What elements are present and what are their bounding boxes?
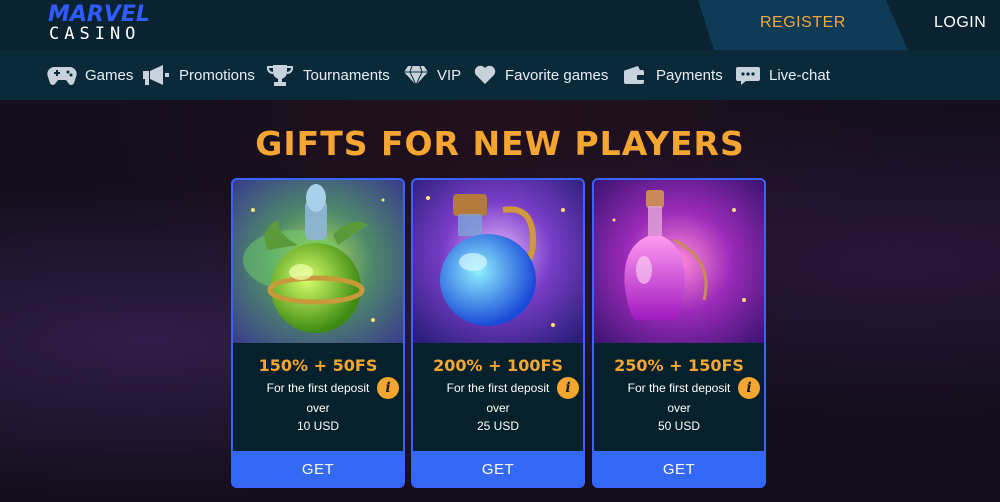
login-button[interactable]: LOGIN — [934, 14, 986, 32]
info-icon[interactable]: i — [738, 377, 760, 399]
nav-label: VIP — [437, 66, 462, 84]
bonus-amount: 200% + 100FS — [433, 356, 563, 375]
bonus-amount: 250% + 150FS — [614, 356, 744, 375]
bonus-amount: 150% + 50FS — [258, 356, 378, 375]
nav-label: Payments — [656, 66, 723, 84]
chat-icon — [736, 67, 760, 85]
nav-item-payments[interactable]: Payments — [622, 50, 723, 100]
offer-description-over: over — [306, 401, 330, 415]
nav-label: Games — [85, 66, 134, 84]
heart-icon — [474, 65, 496, 84]
hero-title: GIFTS FOR NEW PLAYERS — [255, 124, 745, 163]
green-potion-image — [233, 180, 403, 343]
min-deposit: 25 USD — [476, 419, 520, 433]
nav-label: Favorite games — [505, 66, 609, 84]
get-bonus-button[interactable]: GET — [413, 451, 583, 486]
nav-item-live-chat[interactable]: Live-chat — [735, 50, 830, 100]
megaphone-icon — [143, 65, 169, 85]
gamepad-icon — [47, 67, 77, 85]
nav-label: Tournaments — [303, 66, 390, 84]
offer-card: 250% + 150FS For the first deposit over … — [592, 178, 766, 488]
nav-item-promotions[interactable]: Promotions — [141, 50, 255, 100]
trophy-icon — [266, 65, 294, 86]
info-icon[interactable]: i — [377, 377, 399, 399]
main-nav: Games Promotions Tournaments VIP Favorit… — [0, 50, 1000, 100]
wallet-icon — [624, 66, 645, 84]
offer-card: 200% + 100FS For the first deposit over … — [411, 178, 585, 488]
min-deposit: 10 USD — [296, 419, 340, 433]
info-icon[interactable]: i — [557, 377, 579, 399]
logo-line2: CASINO — [49, 24, 141, 44]
top-header: MARVEL CASINO REGISTER LOGIN — [0, 0, 1000, 50]
logo-line1: MARVEL — [48, 2, 150, 27]
offer-description-over: over — [486, 401, 510, 415]
offer-description-over: over — [667, 401, 691, 415]
get-bonus-button[interactable]: GET — [594, 451, 764, 486]
offer-card: 150% + 50FS For the first deposit over 1… — [231, 178, 405, 488]
nav-item-games[interactable]: Games — [47, 50, 133, 100]
logo[interactable]: MARVEL CASINO — [48, 4, 158, 46]
nav-item-vip[interactable]: VIP — [403, 50, 461, 100]
nav-item-tournaments[interactable]: Tournaments — [265, 50, 390, 100]
blue-potion-image — [413, 180, 583, 343]
get-bonus-button[interactable]: GET — [233, 451, 403, 486]
nav-item-favorite-games[interactable]: Favorite games — [473, 50, 608, 100]
nav-label: Promotions — [179, 66, 255, 84]
nav-label: Live-chat — [769, 66, 830, 84]
pink-potion-image — [594, 180, 764, 343]
diamond-icon — [404, 65, 428, 86]
register-button[interactable]: REGISTER — [760, 14, 846, 32]
min-deposit: 50 USD — [657, 419, 701, 433]
